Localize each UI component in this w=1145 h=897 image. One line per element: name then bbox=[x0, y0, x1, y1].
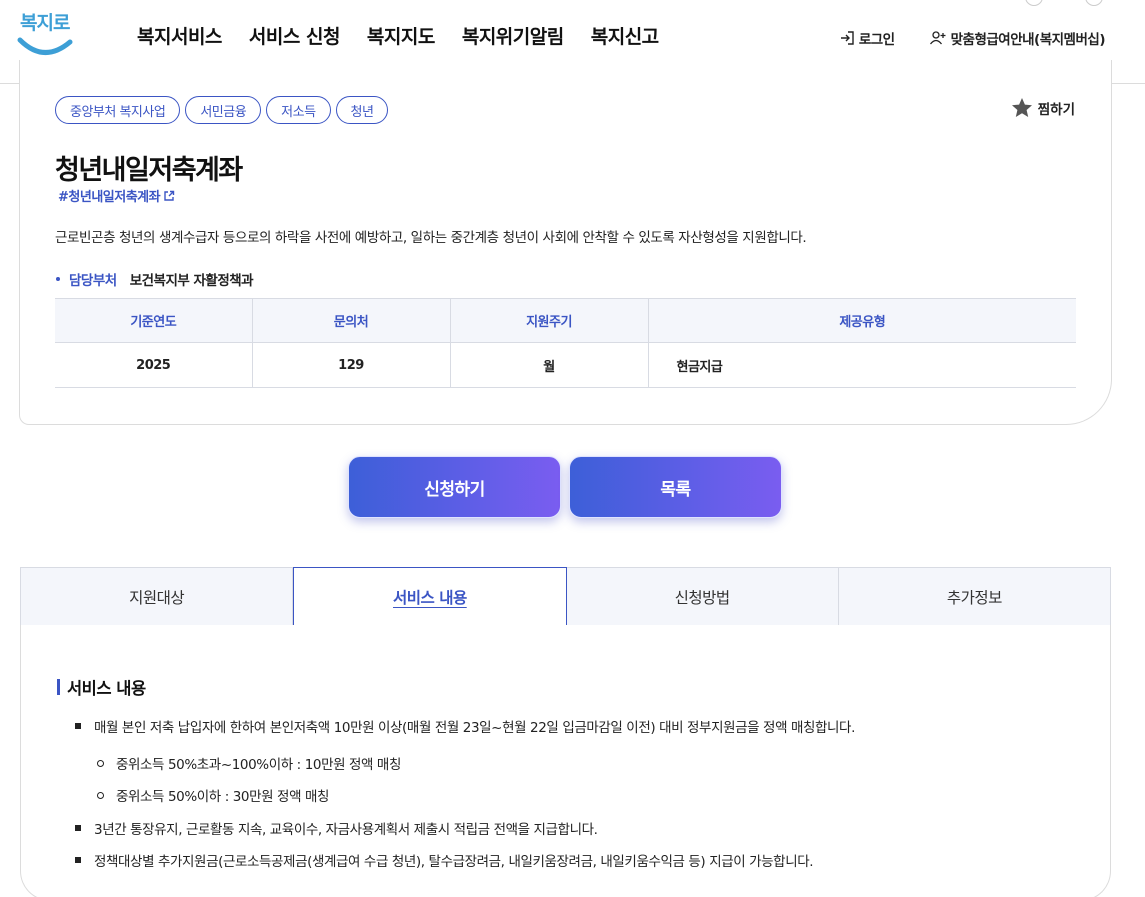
square-bullet bbox=[75, 825, 81, 831]
service-description: 근로빈곤층 청년의 생계수급자 등으로의 하락을 사전에 예방하고, 일하는 중… bbox=[55, 230, 807, 246]
tag-central-ministry[interactable]: 중앙부처 복지사업 bbox=[55, 96, 181, 124]
nav-welfare-map[interactable]: 복지지도 bbox=[367, 22, 435, 49]
circle-icon[interactable] bbox=[1085, 0, 1103, 6]
tag-low-income[interactable]: 저소득 bbox=[266, 96, 331, 124]
favorite-button[interactable]: 찜하기 bbox=[1010, 96, 1075, 120]
membership-label: 맞춤형급여안내(복지멤버십) bbox=[950, 32, 1106, 48]
nav-crisis-alert[interactable]: 복지위기알림 bbox=[462, 22, 564, 49]
login-icon bbox=[840, 31, 854, 45]
tab-how-to-apply[interactable]: 신청방법 bbox=[566, 567, 839, 625]
list-item-text: 정책대상별 추가지원금(근로소득공제금(생계급여 수급 청년), 탈수급장려금,… bbox=[94, 854, 814, 870]
value-support-cycle: 월 bbox=[450, 342, 649, 388]
nav-service-apply[interactable]: 서비스 신청 bbox=[249, 22, 341, 49]
star-icon bbox=[1011, 98, 1032, 117]
circle-bullet bbox=[97, 791, 104, 799]
department-value: 보건복지부 자활정책과 bbox=[129, 273, 254, 289]
apply-button[interactable]: 신청하기 bbox=[348, 456, 561, 518]
title-bar bbox=[57, 679, 60, 695]
list-button[interactable]: 목록 bbox=[569, 456, 782, 518]
hashtag-label: #청년내일저축계좌 bbox=[58, 190, 161, 205]
nav-welfare-report[interactable]: 복지신고 bbox=[591, 22, 659, 49]
logo-smile-icon bbox=[17, 37, 73, 55]
utility-menu: 로그인 맞춤형급여안내(복지멤버십) bbox=[805, 28, 1106, 48]
external-link-icon bbox=[164, 190, 175, 201]
value-base-year: 2025 bbox=[55, 342, 253, 388]
category-tags: 중앙부처 복지사업 서민금융 저소득 청년 bbox=[55, 96, 393, 124]
square-bullet bbox=[75, 857, 81, 863]
tab-service-content[interactable]: 서비스 내용 bbox=[293, 567, 567, 626]
header-base-year: 기준연도 bbox=[55, 298, 253, 343]
list-item-text: 매월 본인 저축 납입자에 한하여 본인저축액 10만원 이상(매월 전월 23… bbox=[94, 720, 855, 736]
site-logo[interactable]: 복지로 bbox=[16, 6, 76, 60]
value-provision-type: 현금지급 bbox=[648, 342, 1076, 388]
logo-text: 복지로 bbox=[20, 12, 70, 34]
list-item: 3년간 통장유지, 근로활동 지속, 교육이수, 자금사용계획서 제출시 적립금… bbox=[75, 818, 598, 838]
list-item-text: 중위소득 50%초과~100%이하 : 10만원 정액 매칭 bbox=[116, 757, 401, 773]
user-plus-icon bbox=[929, 31, 946, 45]
bullet-dot bbox=[56, 277, 60, 281]
service-title: 청년내일저축계좌 bbox=[55, 155, 243, 186]
service-info-table: 기준연도 문의처 지원주기 제공유형 2025 129 월 현금지급 bbox=[55, 298, 1076, 388]
favorite-label: 찜하기 bbox=[1037, 102, 1075, 118]
tag-youth[interactable]: 청년 bbox=[335, 96, 389, 124]
top-utility-circles bbox=[1015, 0, 1115, 6]
circle-bullet bbox=[97, 759, 104, 767]
list-item: 중위소득 50%초과~100%이하 : 10만원 정액 매칭 bbox=[97, 753, 401, 773]
tab-additional-info[interactable]: 추가정보 bbox=[838, 567, 1111, 625]
list-item: 정책대상별 추가지원금(근로소득공제금(생계급여 수급 청년), 탈수급장려금,… bbox=[75, 850, 814, 870]
section-title-text: 서비스 내용 bbox=[67, 679, 146, 698]
login-link[interactable]: 로그인 bbox=[839, 28, 895, 48]
table-header-row: 기준연도 문의처 지원주기 제공유형 bbox=[55, 298, 1076, 343]
circle-icon[interactable] bbox=[1025, 0, 1043, 6]
tab-eligibility[interactable]: 지원대상 bbox=[20, 567, 294, 625]
main-navigation: 복지서비스 서비스 신청 복지지도 복지위기알림 복지신고 bbox=[137, 22, 686, 49]
square-bullet bbox=[75, 723, 81, 729]
membership-link[interactable]: 맞춤형급여안내(복지멤버십) bbox=[929, 28, 1106, 48]
value-contact: 129 bbox=[252, 342, 451, 388]
department-info: 담당부처 보건복지부 자활정책과 bbox=[56, 269, 254, 289]
login-label: 로그인 bbox=[858, 32, 895, 48]
department-label: 담당부처 bbox=[69, 273, 117, 289]
header-contact: 문의처 bbox=[252, 298, 451, 343]
list-item: 중위소득 50%이하 : 30만원 정액 매칭 bbox=[97, 785, 329, 805]
detail-tabs: 지원대상 서비스 내용 신청방법 추가정보 bbox=[20, 567, 1111, 626]
header-provision-type: 제공유형 bbox=[648, 298, 1076, 343]
header-support-cycle: 지원주기 bbox=[450, 298, 649, 343]
table-row: 2025 129 월 현금지급 bbox=[55, 342, 1076, 388]
service-hashtag-link[interactable]: #청년내일저축계좌 bbox=[58, 186, 175, 205]
list-item: 매월 본인 저축 납입자에 한하여 본인저축액 10만원 이상(매월 전월 23… bbox=[75, 716, 855, 736]
section-title: 서비스 내용 bbox=[57, 675, 146, 699]
list-item-text: 3년간 통장유지, 근로활동 지속, 교육이수, 자금사용계획서 제출시 적립금… bbox=[94, 822, 598, 838]
nav-welfare-services[interactable]: 복지서비스 bbox=[137, 22, 222, 49]
tag-public-finance[interactable]: 서민금융 bbox=[185, 96, 262, 124]
list-item-text: 중위소득 50%이하 : 30만원 정액 매칭 bbox=[116, 789, 330, 805]
